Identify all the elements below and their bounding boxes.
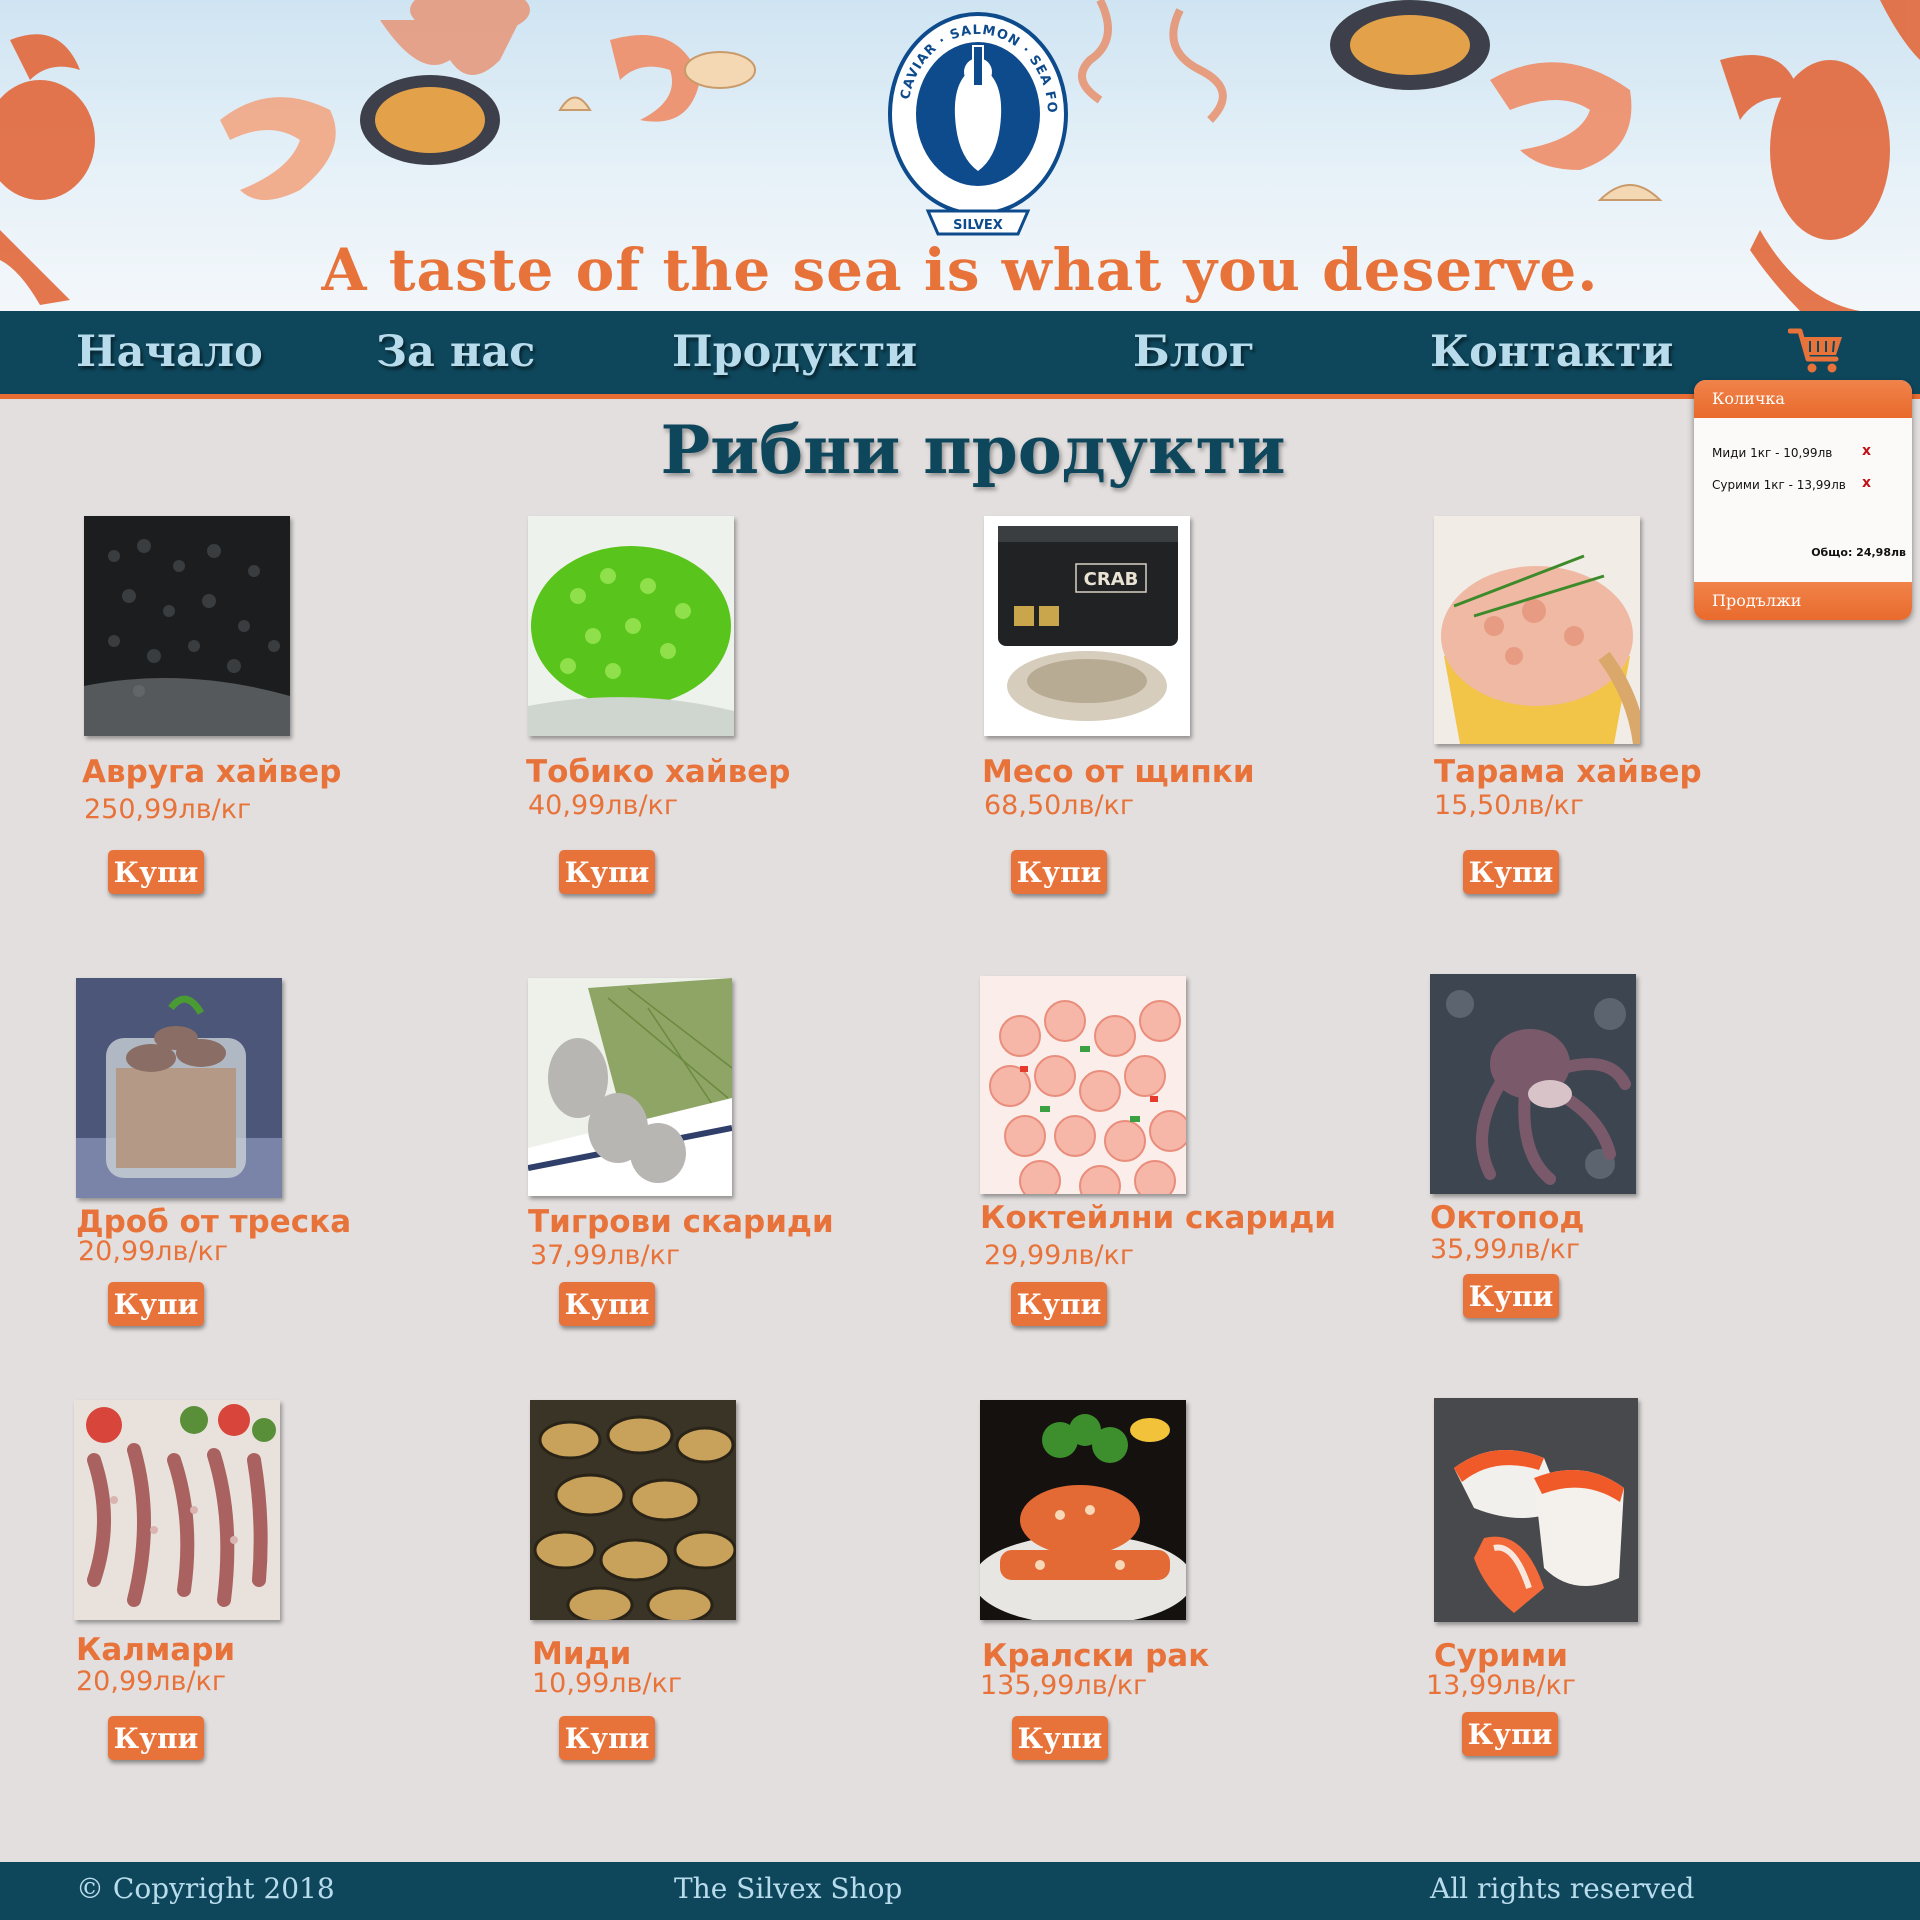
product-name: Тарама хайвер bbox=[1434, 754, 1702, 790]
product-image[interactable] bbox=[76, 978, 282, 1198]
buy-button[interactable]: Купи bbox=[559, 1282, 655, 1326]
product-card: Тобико хайвер 40,99лв/кг Купи bbox=[526, 516, 968, 916]
product-card: Тарама хайвер 15,50лв/кг Купи bbox=[1434, 516, 1874, 916]
product-price: 250,99лв/кг bbox=[84, 794, 252, 825]
product-price: 135,99лв/кг bbox=[980, 1670, 1148, 1701]
product-image-label: CRAB bbox=[1084, 569, 1139, 590]
product-price: 29,99лв/кг bbox=[984, 1240, 1135, 1271]
product-price: 40,99лв/кг bbox=[528, 790, 679, 821]
product-name: Тобико хайвер bbox=[526, 754, 791, 790]
product-image[interactable] bbox=[1430, 974, 1636, 1194]
product-price: 10,99лв/кг bbox=[532, 1668, 683, 1699]
product-image[interactable] bbox=[1434, 1398, 1638, 1622]
product-card: Кралски рак 135,99лв/кг Купи bbox=[980, 1400, 1420, 1800]
nav-item-products[interactable]: Продукти bbox=[672, 327, 917, 377]
hero-banner: CAVIAR · SALMON · SEA FOOD SILVEX A tast… bbox=[0, 0, 1920, 311]
product-price: 15,50лв/кг bbox=[1434, 790, 1585, 821]
product-image[interactable] bbox=[528, 978, 732, 1196]
footer-shop-name: The Silvex Shop bbox=[674, 1872, 903, 1905]
product-name: Сурими bbox=[1434, 1638, 1568, 1674]
product-image[interactable] bbox=[74, 1400, 280, 1620]
tagline: A taste of the sea is what you deserve. bbox=[321, 236, 1599, 304]
product-image[interactable] bbox=[84, 516, 290, 736]
product-card: Калмари 20,99лв/кг Купи bbox=[74, 1400, 514, 1800]
product-price: 37,99лв/кг bbox=[530, 1240, 681, 1271]
product-card: Дроб от треска 20,99лв/кг Купи bbox=[76, 978, 516, 1378]
buy-button[interactable]: Купи bbox=[1463, 850, 1559, 894]
buy-button[interactable]: Купи bbox=[1463, 1274, 1559, 1318]
product-name: Кралски рак bbox=[982, 1638, 1210, 1674]
buy-button[interactable]: Купи bbox=[108, 1282, 204, 1326]
page-title: Рибни продукти bbox=[660, 411, 1286, 489]
product-card: Сурими 13,99лв/кг Купи bbox=[1426, 1398, 1874, 1798]
buy-button[interactable]: Купи bbox=[108, 1716, 204, 1760]
product-image[interactable] bbox=[528, 516, 734, 736]
product-name: Калмари bbox=[76, 1632, 236, 1668]
product-image[interactable] bbox=[530, 1400, 736, 1620]
buy-button[interactable]: Купи bbox=[1462, 1712, 1558, 1756]
buy-button[interactable]: Купи bbox=[1011, 1282, 1107, 1326]
footer: © Copyright 2018 The Silvex Shop All rig… bbox=[0, 1862, 1920, 1920]
product-card: Коктейлни скариди 29,99лв/кг Купи bbox=[980, 976, 1420, 1376]
nav-item-blog[interactable]: Блог bbox=[1133, 327, 1255, 377]
nav-item-home[interactable]: Начало bbox=[76, 327, 263, 377]
logo-banner-text: SILVEX bbox=[953, 218, 1003, 233]
nav-item-about[interactable]: За нас bbox=[376, 327, 535, 377]
buy-button[interactable]: Купи bbox=[108, 850, 204, 894]
product-name: Авруга хайвер bbox=[82, 754, 342, 790]
product-name: Тигрови скариди bbox=[528, 1204, 834, 1240]
product-image[interactable] bbox=[1434, 516, 1640, 744]
product-price: 13,99лв/кг bbox=[1426, 1670, 1577, 1701]
buy-button[interactable]: Купи bbox=[1012, 1716, 1108, 1760]
product-card: Октопод 35,99лв/кг Купи bbox=[1430, 974, 1870, 1374]
product-name: Месо от щипки bbox=[982, 754, 1255, 790]
product-image[interactable]: CRAB bbox=[984, 516, 1190, 736]
buy-button[interactable]: Купи bbox=[559, 1716, 655, 1760]
product-price: 20,99лв/кг bbox=[78, 1236, 229, 1267]
product-card: CRAB Месо от щипки 68,50лв/кг Купи bbox=[982, 516, 1424, 916]
product-price: 20,99лв/кг bbox=[76, 1666, 227, 1697]
product-price: 68,50лв/кг bbox=[984, 790, 1135, 821]
product-name: Дроб от треска bbox=[76, 1204, 352, 1240]
product-name: Октопод bbox=[1430, 1200, 1585, 1236]
footer-rights: All rights reserved bbox=[1430, 1872, 1695, 1905]
buy-button[interactable]: Купи bbox=[559, 850, 655, 894]
footer-copyright: © Copyright 2018 bbox=[76, 1872, 335, 1905]
main-nav: Начало За нас Продукти Блог Контакти bbox=[0, 311, 1920, 399]
product-image[interactable] bbox=[980, 1400, 1186, 1620]
product-card: Авруга хайвер 250,99лв/кг Купи bbox=[82, 516, 524, 916]
product-card: Миди 10,99лв/кг Купи bbox=[530, 1400, 970, 1800]
buy-button[interactable]: Купи bbox=[1011, 850, 1107, 894]
product-name: Миди bbox=[532, 1636, 632, 1672]
product-name: Коктейлни скариди bbox=[980, 1200, 1337, 1236]
product-card: Тигрови скариди 37,99лв/кг Купи bbox=[528, 978, 968, 1378]
silvex-logo[interactable]: CAVIAR · SALMON · SEA FOOD SILVEX bbox=[883, 6, 1073, 242]
shopping-cart-icon[interactable] bbox=[1788, 325, 1844, 375]
product-price: 35,99лв/кг bbox=[1430, 1234, 1581, 1265]
nav-item-contacts[interactable]: Контакти bbox=[1430, 327, 1673, 377]
product-image[interactable] bbox=[980, 976, 1186, 1194]
